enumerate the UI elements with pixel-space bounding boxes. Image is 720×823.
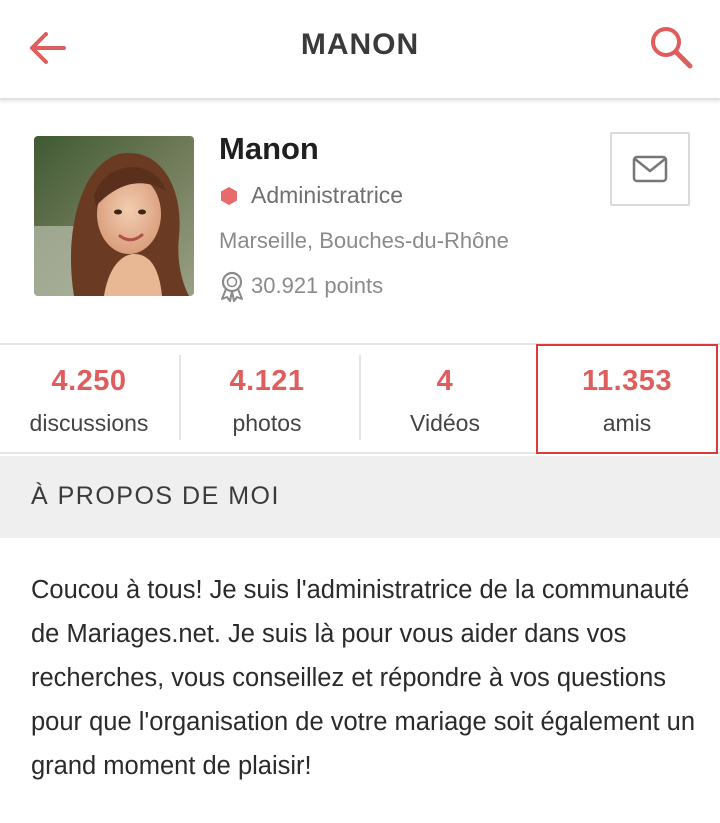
about-section-header: À PROPOS DE MOI <box>0 456 720 538</box>
stats-bar: 4.250 discussions 4.121 photos 4 Vidéos … <box>0 343 720 454</box>
stat-value: 4.121 <box>229 365 305 397</box>
role-label: Administratrice <box>251 182 404 208</box>
stat-label: discussions <box>29 410 149 436</box>
stat-friends[interactable]: 11.353 amis <box>536 344 718 454</box>
stat-value: 11.353 <box>581 365 673 397</box>
stat-value: 4.250 <box>51 365 127 397</box>
page-title: MANON <box>300 28 420 61</box>
stat-divider <box>179 355 181 440</box>
section-title: À PROPOS DE MOI <box>31 482 280 510</box>
points-label: 30.921 points <box>251 273 384 298</box>
search-icon <box>651 27 693 69</box>
stat-discussions[interactable]: 4.250 discussions <box>0 345 178 452</box>
role-row: Administratrice <box>219 182 403 209</box>
hexagon-badge-icon <box>221 186 237 205</box>
message-button[interactable] <box>610 132 690 206</box>
about-text: Coucou à tous! Je suis l'administratrice… <box>31 576 696 780</box>
stat-photos[interactable]: 4.121 photos <box>178 345 356 452</box>
profile-name: Manon <box>219 131 319 166</box>
top-bar: MANON <box>0 0 720 100</box>
search-button[interactable] <box>646 22 696 72</box>
stat-videos[interactable]: 4 Vidéos <box>356 345 534 452</box>
award-ribbon-icon <box>221 271 243 302</box>
stat-label: amis <box>602 410 652 436</box>
stat-divider <box>359 355 361 440</box>
points-row: 30.921 points <box>217 270 383 302</box>
stat-label: photos <box>232 410 302 436</box>
stat-value: 4 <box>436 365 454 397</box>
stat-label: Vidéos <box>410 410 480 436</box>
avatar[interactable] <box>34 136 194 296</box>
envelope-icon <box>632 155 668 183</box>
location-label: Marseille, Bouches-du-Rhône <box>219 228 509 253</box>
